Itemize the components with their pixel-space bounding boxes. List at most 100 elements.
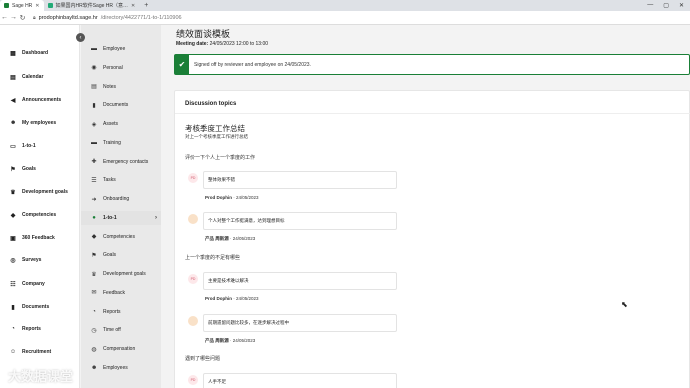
avatar: PD — [188, 274, 198, 284]
minimize-button[interactable]: — — [647, 2, 653, 9]
subnav-item-documents[interactable]: ▮ Documents — [81, 98, 161, 112]
topic-title: 考核季度工作总结 — [185, 124, 245, 133]
sidebar-item-360-feedback[interactable]: ▣ 360 Feedback — [0, 231, 80, 245]
sidebar-item-label: Dashboard — [22, 50, 49, 56]
lock-icon: 🔒︎ — [33, 14, 36, 21]
answer-bubble: 人手不足 — [203, 373, 397, 388]
subnav-item-training[interactable]: ▬ Training — [81, 136, 161, 150]
subnav-item-personal[interactable]: ◉ Personal — [81, 61, 161, 75]
divider — [175, 113, 690, 114]
subnav-item-time-off[interactable]: ◷ Time off — [81, 323, 161, 337]
megaphone-icon: ◀ — [10, 97, 16, 104]
sidebar-item-label: Calendar — [22, 74, 44, 80]
subnav-item-assets[interactable]: ◈ Assets — [81, 117, 161, 131]
sidebar-item-competencies[interactable]: ◆ Competencies — [0, 208, 80, 222]
sidebar-item-my-employees[interactable]: ☻ My employees — [0, 116, 80, 130]
site-favicon-icon — [47, 3, 53, 8]
sidebar-item-label: 360 Feedback — [22, 235, 55, 241]
answer-bubble: 个人对整个工作挺满意，达到理想目标 — [203, 212, 397, 230]
answer-author-line: 产品 周新源 · 24/05/2023 — [205, 236, 255, 242]
subnav-icon: ⚑ — [91, 252, 97, 259]
subnav-item-development-goals[interactable]: ♛ Development goals — [81, 267, 161, 281]
employee-subnav: ▬ Employee ◉ Personal ▤ Notes ▮ Documents ◈ Asset… — [81, 25, 161, 388]
answer-author-line: Prod Dophin · 24/05/2023 — [205, 195, 259, 200]
subnav-item-notes[interactable]: ▤ Notes — [81, 80, 161, 94]
subnav-icon: ☻ — [91, 364, 98, 371]
browser-tab-article[interactable]: 如果国内HR软件Sage HR（意… ✕ — [44, 0, 140, 11]
subnav-icon: ☰ — [91, 177, 97, 184]
sidebar-item-1-to-1[interactable]: ▭ 1-to-1 — [0, 139, 80, 153]
answer-author-line: Prod Dophin · 24/05/2023 — [205, 296, 259, 301]
url-path: /directory/4422771/1-to-1/110906 — [100, 14, 182, 21]
flag-icon: ⚑ — [10, 166, 16, 173]
subnav-item-compensation[interactable]: ◍ Compensation — [81, 342, 161, 356]
question-text: 遇到了哪些问题 — [185, 356, 221, 362]
subnav-item-onboarding[interactable]: ➜ Onboarding — [81, 192, 161, 206]
watermark-logo: 大数据课堂 — [8, 369, 74, 384]
subnav-item-label: Onboarding — [103, 196, 130, 202]
subnav-icon: ▬ — [91, 139, 97, 146]
subnav-item-employee[interactable]: ▬ Employee — [81, 42, 161, 56]
subnav-icon: ◆ — [91, 234, 97, 240]
sage-favicon-icon — [4, 3, 9, 8]
close-tab-icon[interactable]: ✕ — [131, 3, 135, 9]
subnav-item-tasks[interactable]: ☰ Tasks — [81, 173, 161, 187]
sidebar-item-recruitment[interactable]: ☺ Recruitment — [0, 345, 80, 359]
checkmark-icon: ✔ — [175, 55, 189, 74]
subnav-item-label: Time off — [103, 327, 121, 334]
subnav-item-1-to-1[interactable]: ● 1-to-1 › — [81, 210, 161, 225]
subnav-item-reports[interactable]: ◔ Reports — [81, 305, 161, 319]
answer-author: Prod Dophin — [205, 296, 232, 301]
main-sidebar: ▦ Dashboard ▤ Calendar ◀ Announcements ☻ My emp… — [0, 25, 80, 388]
subnav-icon: ▮ — [92, 102, 96, 109]
subnav-item-feedback[interactable]: ✉ Feedback — [81, 286, 161, 300]
subnav-icon: ➜ — [91, 196, 97, 203]
subnav-icon: ◷ — [91, 327, 97, 334]
discussion-topics-heading: Discussion topics — [185, 101, 237, 107]
subnav-item-label: Tasks — [103, 177, 116, 184]
reload-icon[interactable]: ↻ — [18, 14, 27, 22]
close-window-button[interactable]: ✕ — [679, 2, 684, 9]
subnav-item-competencies[interactable]: ◆ Competencies — [81, 230, 161, 244]
sidebar-item-announcements[interactable]: ◀ Announcements — [0, 93, 80, 107]
subnav-item-employees[interactable]: ☻ Employees — [81, 361, 161, 375]
subnav-item-emergency-contacts[interactable]: ✚ Emergency contacts — [81, 155, 161, 169]
sidebar-item-label: Surveys — [22, 257, 42, 263]
answer-author: Prod Dophin — [205, 195, 232, 200]
sidebar-item-label: 1-to-1 — [22, 143, 36, 149]
sidebar-item-reports[interactable]: ◔ Reports — [0, 322, 80, 336]
sidebar-item-label: My employees — [22, 120, 57, 126]
page-title: 绩效面谈模板 — [176, 29, 231, 39]
sidebar-item-development-goals[interactable]: ♛ Development goals — [0, 185, 80, 199]
forward-arrow-icon[interactable]: → — [9, 14, 18, 21]
subnav-item-label: Emergency contacts — [103, 158, 149, 165]
meeting-date-label: Meeting date: — [176, 41, 209, 47]
subnav-item-label: Compensation — [103, 346, 136, 352]
question-text: 上一个季度的不足有哪些 — [185, 255, 241, 261]
sidebar-item-label: Goals — [22, 166, 36, 172]
trophy-icon: ♛ — [10, 189, 16, 196]
sidebar-item-calendar[interactable]: ▤ Calendar — [0, 70, 80, 84]
subnav-item-label: Feedback — [103, 289, 125, 296]
subnav-item-label: Personal — [103, 64, 123, 71]
sidebar-item-documents[interactable]: ▮ Documents — [0, 300, 80, 314]
sidebar-item-dashboard[interactable]: ▦ Dashboard — [0, 46, 80, 60]
new-tab-button[interactable]: + — [139, 2, 153, 9]
subnav-item-label: Notes — [103, 83, 117, 90]
close-tab-icon[interactable]: ✕ — [35, 3, 39, 9]
sidebar-item-surveys[interactable]: ◎ Surveys — [0, 253, 80, 267]
subnav-item-label: Assets — [103, 121, 119, 127]
subnav-item-goals[interactable]: ⚑ Goals — [81, 248, 161, 262]
maximize-button[interactable]: ▢ — [663, 2, 669, 9]
sidebar-item-label: Competencies — [22, 212, 57, 218]
back-arrow-icon[interactable]: ← — [0, 14, 9, 21]
sidebar-item-company[interactable]: ☷ Company — [0, 277, 80, 291]
sidebar-item-label: Development goals — [22, 189, 68, 195]
url-field[interactable]: 🔒︎ prodophinbayltd.sage.hr/directory/442… — [33, 15, 182, 21]
sidebar-item-label: Announcements — [22, 97, 62, 103]
browser-tab-sage-hr[interactable]: Sage HR ✕ — [0, 0, 44, 11]
sidebar-item-goals[interactable]: ⚑ Goals — [0, 162, 80, 176]
meeting-date-value: 24/05/2023 12:00 to 13:00 — [209, 41, 269, 47]
sidebar-item-label: Recruitment — [22, 349, 52, 355]
collapse-sidebar-button[interactable]: ‹ — [76, 33, 85, 42]
